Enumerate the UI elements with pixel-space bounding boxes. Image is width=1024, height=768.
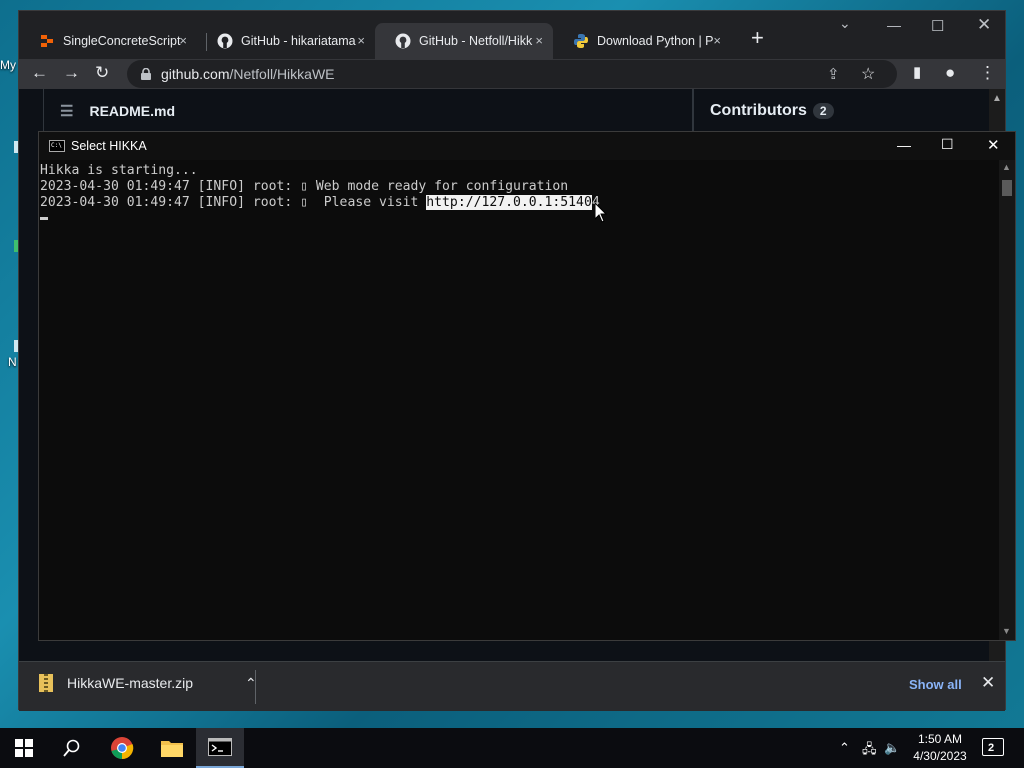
new-tab-button[interactable]: + (751, 25, 764, 51)
lock-icon[interactable] (141, 68, 151, 80)
contributors-count-badge: 2 (812, 103, 834, 119)
desktop-icon-label-n[interactable]: N (8, 355, 17, 369)
console-line: 2023-04-30 01:49:47 [INFO] root: ▯ Pleas… (40, 195, 1001, 211)
share-icon[interactable]: ⇪ (827, 65, 840, 83)
network-icon[interactable]: 🖧 (862, 740, 877, 762)
github-icon (395, 33, 411, 49)
close-window-icon[interactable]: ✕ (977, 15, 991, 35)
scrollbar-thumb[interactable] (1002, 180, 1012, 196)
tab-title: GitHub - hikariatama (241, 34, 356, 48)
search-icon (63, 739, 80, 757)
folder-icon (161, 741, 183, 757)
forward-icon[interactable]: → (63, 63, 80, 83)
taskbar: ⌃ 🖧 🔈 1:50 AM 4/30/2023 2 (0, 728, 1024, 768)
minimize-icon[interactable]: — (887, 17, 901, 33)
github-icon (217, 33, 233, 49)
contributors-header: Contributors 2 (693, 89, 991, 133)
clock-date: 4/30/2023 (913, 749, 967, 763)
browser-toolbar: ← → ↻ github.com/Netfoll/HikkaWE ⇪ ☆ ▮ ●… (19, 59, 1005, 89)
cmd-icon: C:\ (49, 140, 65, 152)
chrome-icon (111, 737, 134, 760)
selected-url-text[interactable]: http://127.0.0.1:5140 (426, 195, 592, 210)
console-line: 2023-04-30 01:49:47 [INFO] root: ▯ Web m… (40, 179, 569, 194)
tab-close-icon[interactable]: × (357, 33, 365, 48)
menu-kebab-icon[interactable]: ⋮ (979, 63, 996, 83)
tab-github-netfoll[interactable]: GitHub - Netfoll/Hikk × (375, 23, 553, 59)
taskbar-file-explorer[interactable] (148, 728, 196, 768)
console-title: Select HIKKA (71, 139, 147, 153)
windows-logo-icon (15, 739, 33, 757)
tab-download-python[interactable]: Download Python | P × (553, 23, 731, 59)
back-icon[interactable]: ← (31, 63, 48, 83)
clock-time: 1:50 AM (917, 732, 963, 746)
reload-icon[interactable]: ↻ (95, 63, 109, 83)
volume-icon[interactable]: 🔈 (884, 740, 900, 756)
console-window: C:\ Select HIKKA — ☐ ✕ Hikka is starting… (38, 131, 1016, 641)
tab-singleconcretescript[interactable]: SingleConcreteScript × (19, 23, 197, 59)
url-host: github.com (161, 66, 230, 82)
show-all-button[interactable]: Show all (909, 677, 962, 692)
tab-title: GitHub - Netfoll/Hikk (419, 34, 533, 48)
close-window-icon[interactable]: ✕ (987, 136, 1000, 154)
taskbar-console[interactable] (196, 728, 244, 768)
tab-close-icon[interactable]: × (713, 33, 721, 48)
console-titlebar[interactable]: C:\ Select HIKKA — ☐ ✕ (39, 132, 1015, 160)
replit-icon (41, 35, 53, 47)
notification-count: 2 (988, 742, 995, 754)
minimize-icon[interactable]: — (897, 137, 911, 153)
url-path: /Netfoll/HikkaWE (229, 66, 335, 82)
download-item[interactable]: HikkaWE-master.zip ⌃ (39, 674, 257, 692)
maximize-icon[interactable]: ☐ (931, 17, 944, 35)
tab-title: Download Python | P (597, 34, 714, 48)
tab-strip: SingleConcreteScript × GitHub - hikariat… (19, 11, 1005, 59)
tab-search-icon[interactable]: ⌄ (839, 15, 851, 32)
contributors-label[interactable]: Contributors (710, 102, 807, 120)
address-bar[interactable]: github.com/Netfoll/HikkaWE ⇪ ☆ (127, 60, 897, 88)
side-panel-icon[interactable]: ▮ (913, 63, 921, 81)
download-separator (255, 670, 256, 704)
taskbar-chrome[interactable] (98, 728, 146, 768)
download-bar: HikkaWE-master.zip ⌃ Show all ✕ (19, 661, 1005, 711)
readme-header: ☰ README.md (43, 89, 693, 133)
console-cursor-line (40, 211, 1001, 227)
zip-file-icon (39, 674, 53, 692)
desktop-icon-label-my[interactable]: My (0, 58, 16, 72)
system-clock[interactable]: 1:50 AM 4/30/2023 (908, 731, 972, 765)
tab-close-icon[interactable]: × (179, 33, 187, 48)
python-icon (574, 34, 588, 48)
tab-close-icon[interactable]: × (535, 33, 543, 48)
scroll-up-icon[interactable]: ▲ (989, 93, 1005, 104)
console-line: Hikka is starting... (40, 163, 198, 178)
scroll-up-icon[interactable]: ▲ (1002, 162, 1011, 172)
profile-icon[interactable]: ● (945, 63, 955, 83)
maximize-icon[interactable]: ☐ (941, 136, 954, 153)
readme-title[interactable]: README.md (89, 103, 175, 119)
console-output[interactable]: Hikka is starting... 2023-04-30 01:49:47 … (39, 160, 1001, 640)
tab-title: SingleConcreteScript (63, 34, 181, 48)
search-button[interactable] (48, 728, 96, 768)
scroll-down-icon[interactable]: ▼ (1002, 626, 1011, 636)
show-hidden-icons-chevron-icon[interactable]: ⌃ (839, 740, 850, 756)
download-bar-close-icon[interactable]: ✕ (981, 673, 995, 693)
cmd-icon (208, 738, 232, 756)
bookmark-star-icon[interactable]: ☆ (861, 64, 875, 84)
text-cursor (40, 217, 48, 220)
mouse-pointer-icon (595, 203, 607, 223)
console-scrollbar[interactable]: ▲ ▼ (999, 160, 1015, 640)
start-button[interactable] (0, 728, 48, 768)
tab-github-hikariatama[interactable]: GitHub - hikariatama × (197, 23, 375, 59)
console-line-prefix: 2023-04-30 01:49:47 [INFO] root: ▯ Pleas… (40, 195, 427, 210)
list-icon[interactable]: ☰ (60, 102, 73, 120)
download-filename: HikkaWE-master.zip (67, 675, 194, 691)
